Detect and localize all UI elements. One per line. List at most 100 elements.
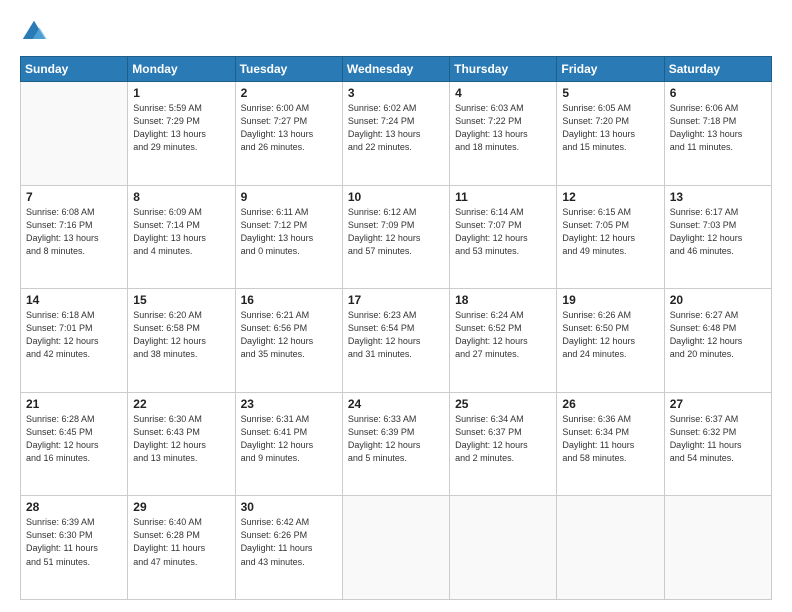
calendar-cell: 18 Sunrise: 6:24 AM Sunset: 6:52 PM Dayli…	[450, 289, 557, 393]
day-number: 2	[241, 86, 337, 100]
day-info: Sunrise: 6:42 AM Sunset: 6:26 PM Dayligh…	[241, 516, 337, 568]
calendar-cell: 9 Sunrise: 6:11 AM Sunset: 7:12 PM Daylig…	[235, 185, 342, 289]
weekday-header: Wednesday	[342, 57, 449, 82]
calendar-cell	[21, 82, 128, 186]
day-number: 17	[348, 293, 444, 307]
day-number: 8	[133, 190, 229, 204]
calendar-cell: 21 Sunrise: 6:28 AM Sunset: 6:45 PM Dayli…	[21, 392, 128, 496]
day-info: Sunrise: 6:39 AM Sunset: 6:30 PM Dayligh…	[26, 516, 122, 568]
calendar-cell: 27 Sunrise: 6:37 AM Sunset: 6:32 PM Dayli…	[664, 392, 771, 496]
day-number: 28	[26, 500, 122, 514]
calendar-cell: 25 Sunrise: 6:34 AM Sunset: 6:37 PM Dayli…	[450, 392, 557, 496]
day-number: 4	[455, 86, 551, 100]
calendar-cell: 4 Sunrise: 6:03 AM Sunset: 7:22 PM Daylig…	[450, 82, 557, 186]
day-number: 25	[455, 397, 551, 411]
calendar-cell: 1 Sunrise: 5:59 AM Sunset: 7:29 PM Daylig…	[128, 82, 235, 186]
day-info: Sunrise: 6:05 AM Sunset: 7:20 PM Dayligh…	[562, 102, 658, 154]
day-info: Sunrise: 6:40 AM Sunset: 6:28 PM Dayligh…	[133, 516, 229, 568]
day-info: Sunrise: 6:20 AM Sunset: 6:58 PM Dayligh…	[133, 309, 229, 361]
day-info: Sunrise: 5:59 AM Sunset: 7:29 PM Dayligh…	[133, 102, 229, 154]
calendar-cell: 10 Sunrise: 6:12 AM Sunset: 7:09 PM Dayli…	[342, 185, 449, 289]
day-info: Sunrise: 6:06 AM Sunset: 7:18 PM Dayligh…	[670, 102, 766, 154]
day-info: Sunrise: 6:28 AM Sunset: 6:45 PM Dayligh…	[26, 413, 122, 465]
day-number: 14	[26, 293, 122, 307]
day-number: 30	[241, 500, 337, 514]
day-info: Sunrise: 6:11 AM Sunset: 7:12 PM Dayligh…	[241, 206, 337, 258]
day-info: Sunrise: 6:14 AM Sunset: 7:07 PM Dayligh…	[455, 206, 551, 258]
calendar-cell: 22 Sunrise: 6:30 AM Sunset: 6:43 PM Dayli…	[128, 392, 235, 496]
day-number: 15	[133, 293, 229, 307]
day-number: 26	[562, 397, 658, 411]
calendar-cell: 14 Sunrise: 6:18 AM Sunset: 7:01 PM Dayli…	[21, 289, 128, 393]
calendar-cell: 19 Sunrise: 6:26 AM Sunset: 6:50 PM Dayli…	[557, 289, 664, 393]
logo	[20, 18, 54, 46]
header-row: SundayMondayTuesdayWednesdayThursdayFrid…	[21, 57, 772, 82]
calendar-week-row: 21 Sunrise: 6:28 AM Sunset: 6:45 PM Dayli…	[21, 392, 772, 496]
calendar-cell: 5 Sunrise: 6:05 AM Sunset: 7:20 PM Daylig…	[557, 82, 664, 186]
day-info: Sunrise: 6:15 AM Sunset: 7:05 PM Dayligh…	[562, 206, 658, 258]
day-info: Sunrise: 6:34 AM Sunset: 6:37 PM Dayligh…	[455, 413, 551, 465]
day-info: Sunrise: 6:36 AM Sunset: 6:34 PM Dayligh…	[562, 413, 658, 465]
calendar-week-row: 1 Sunrise: 5:59 AM Sunset: 7:29 PM Daylig…	[21, 82, 772, 186]
calendar-cell: 23 Sunrise: 6:31 AM Sunset: 6:41 PM Dayli…	[235, 392, 342, 496]
day-number: 18	[455, 293, 551, 307]
day-info: Sunrise: 6:30 AM Sunset: 6:43 PM Dayligh…	[133, 413, 229, 465]
day-number: 19	[562, 293, 658, 307]
weekday-header: Friday	[557, 57, 664, 82]
day-number: 22	[133, 397, 229, 411]
weekday-header: Saturday	[664, 57, 771, 82]
day-number: 7	[26, 190, 122, 204]
calendar-cell	[557, 496, 664, 600]
calendar-cell: 3 Sunrise: 6:02 AM Sunset: 7:24 PM Daylig…	[342, 82, 449, 186]
calendar-cell: 7Sunrise: 6:08 AM Sunset: 7:16 PM Daylig…	[21, 185, 128, 289]
day-number: 13	[670, 190, 766, 204]
calendar-cell: 12Sunrise: 6:15 AM Sunset: 7:05 PM Dayli…	[557, 185, 664, 289]
day-number: 20	[670, 293, 766, 307]
weekday-header: Sunday	[21, 57, 128, 82]
page: SundayMondayTuesdayWednesdayThursdayFrid…	[0, 0, 792, 612]
calendar-cell: 6 Sunrise: 6:06 AM Sunset: 7:18 PM Daylig…	[664, 82, 771, 186]
calendar-cell: 26 Sunrise: 6:36 AM Sunset: 6:34 PM Dayli…	[557, 392, 664, 496]
day-info: Sunrise: 6:24 AM Sunset: 6:52 PM Dayligh…	[455, 309, 551, 361]
weekday-header: Monday	[128, 57, 235, 82]
day-info: Sunrise: 6:02 AM Sunset: 7:24 PM Dayligh…	[348, 102, 444, 154]
calendar-cell: 2Sunrise: 6:00 AM Sunset: 7:27 PM Daylig…	[235, 82, 342, 186]
calendar-cell	[450, 496, 557, 600]
day-number: 29	[133, 500, 229, 514]
calendar-cell: 16 Sunrise: 6:21 AM Sunset: 6:56 PM Dayli…	[235, 289, 342, 393]
day-info: Sunrise: 6:03 AM Sunset: 7:22 PM Dayligh…	[455, 102, 551, 154]
calendar-week-row: 14 Sunrise: 6:18 AM Sunset: 7:01 PM Dayli…	[21, 289, 772, 393]
day-info: Sunrise: 6:18 AM Sunset: 7:01 PM Dayligh…	[26, 309, 122, 361]
day-number: 6	[670, 86, 766, 100]
calendar-cell: 24Sunrise: 6:33 AM Sunset: 6:39 PM Dayli…	[342, 392, 449, 496]
calendar-week-row: 7Sunrise: 6:08 AM Sunset: 7:16 PM Daylig…	[21, 185, 772, 289]
day-number: 9	[241, 190, 337, 204]
calendar-cell: 28 Sunrise: 6:39 AM Sunset: 6:30 PM Dayli…	[21, 496, 128, 600]
day-info: Sunrise: 6:27 AM Sunset: 6:48 PM Dayligh…	[670, 309, 766, 361]
day-info: Sunrise: 6:33 AM Sunset: 6:39 PM Dayligh…	[348, 413, 444, 465]
calendar-cell: 20 Sunrise: 6:27 AM Sunset: 6:48 PM Dayli…	[664, 289, 771, 393]
day-number: 16	[241, 293, 337, 307]
calendar-cell	[342, 496, 449, 600]
day-info: Sunrise: 6:21 AM Sunset: 6:56 PM Dayligh…	[241, 309, 337, 361]
calendar-cell: 11 Sunrise: 6:14 AM Sunset: 7:07 PM Dayli…	[450, 185, 557, 289]
day-number: 11	[455, 190, 551, 204]
day-number: 21	[26, 397, 122, 411]
day-number: 23	[241, 397, 337, 411]
day-number: 10	[348, 190, 444, 204]
weekday-header: Thursday	[450, 57, 557, 82]
day-info: Sunrise: 6:09 AM Sunset: 7:14 PM Dayligh…	[133, 206, 229, 258]
logo-icon	[20, 18, 48, 46]
day-info: Sunrise: 6:26 AM Sunset: 6:50 PM Dayligh…	[562, 309, 658, 361]
day-info: Sunrise: 6:12 AM Sunset: 7:09 PM Dayligh…	[348, 206, 444, 258]
day-info: Sunrise: 6:31 AM Sunset: 6:41 PM Dayligh…	[241, 413, 337, 465]
day-number: 1	[133, 86, 229, 100]
calendar-table: SundayMondayTuesdayWednesdayThursdayFrid…	[20, 56, 772, 600]
day-number: 27	[670, 397, 766, 411]
calendar-cell: 8 Sunrise: 6:09 AM Sunset: 7:14 PM Daylig…	[128, 185, 235, 289]
calendar-cell	[664, 496, 771, 600]
day-info: Sunrise: 6:37 AM Sunset: 6:32 PM Dayligh…	[670, 413, 766, 465]
day-number: 5	[562, 86, 658, 100]
day-number: 3	[348, 86, 444, 100]
calendar-cell: 17Sunrise: 6:23 AM Sunset: 6:54 PM Dayli…	[342, 289, 449, 393]
